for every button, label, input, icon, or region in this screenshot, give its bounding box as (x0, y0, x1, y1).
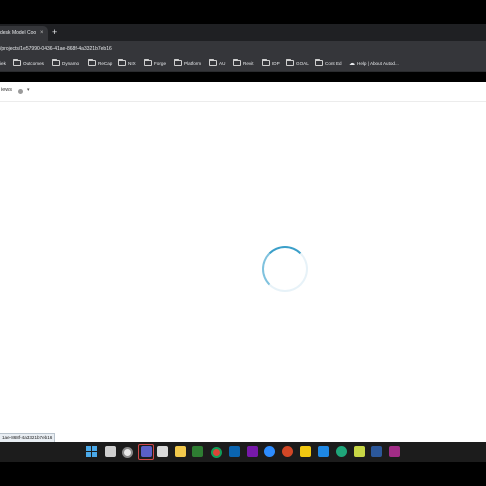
start-icon[interactable] (86, 446, 97, 457)
bookmark-folder-forge[interactable]: Forge (144, 57, 166, 71)
folder-icon (174, 58, 182, 66)
folder-icon (52, 58, 60, 66)
bookmark-folder-goal[interactable]: GOAL (286, 57, 309, 71)
tab-close-icon[interactable]: × (40, 26, 44, 41)
bookmark-folder-dynamo[interactable]: Dynamo (52, 57, 79, 71)
address-bar[interactable]: /projects/1e57990-0436-41ae-868f-4a3321b… (0, 41, 486, 57)
folder-icon (209, 58, 217, 66)
folder-icon (286, 58, 294, 66)
chrome-icon[interactable] (211, 447, 222, 458)
onenote-icon[interactable] (247, 446, 258, 457)
excel-icon[interactable] (192, 446, 203, 457)
notes-icon[interactable] (157, 446, 168, 457)
zoom-icon[interactable] (264, 446, 275, 457)
browser-tab-strip: desk Model Coo × + (0, 24, 486, 41)
folder-icon (315, 58, 323, 66)
bookmark-folder-idp[interactable]: IDP (262, 57, 280, 71)
bookmarks-bar: iek Outcomes Dynamo ReCap NIX Forge Plat… (0, 57, 486, 72)
file-explorer-icon[interactable] (175, 446, 186, 457)
folder-icon (144, 58, 152, 66)
bookmark-folder-cont-ed[interactable]: Cont Ed (315, 57, 342, 71)
bookmark-item[interactable]: iek (0, 57, 6, 71)
teams-icon[interactable] (141, 446, 152, 457)
edge-icon[interactable] (336, 446, 347, 457)
search-icon[interactable] (105, 446, 116, 457)
folder-icon (262, 58, 270, 66)
task-view-icon[interactable] (122, 447, 133, 458)
bookmark-folder-outcomes[interactable]: Outcomes (13, 57, 44, 71)
url-text[interactable]: /projects/1e57990-0436-41ae-868f-4a3321b… (0, 41, 112, 57)
powerpoint-icon[interactable] (282, 446, 293, 457)
tab-title: desk Model Coo (0, 30, 36, 36)
bookmark-folder-nix[interactable]: NIX (118, 57, 136, 71)
screen: desk Model Coo × + /projects/1e57990-043… (0, 0, 486, 486)
info-icon[interactable] (18, 89, 23, 94)
power-bi-icon[interactable] (300, 446, 311, 457)
outlook-icon[interactable] (229, 446, 240, 457)
folder-icon (88, 58, 96, 66)
bookmark-help-about[interactable]: ☁ Help | About Autod... (349, 57, 399, 71)
onenote-icon[interactable] (389, 446, 400, 457)
azure-icon[interactable] (318, 446, 329, 457)
folder-icon (233, 58, 241, 66)
sticky-notes-icon[interactable] (354, 446, 365, 457)
folder-icon (13, 58, 21, 66)
bookmark-folder-au[interactable]: AU (209, 57, 225, 71)
page-content: iews ▾ (0, 82, 486, 442)
loading-spinner-icon (262, 246, 308, 292)
browser-tab[interactable]: desk Model Coo × (0, 26, 48, 41)
new-tab-button[interactable]: + (52, 27, 57, 38)
folder-icon (118, 58, 126, 66)
taskbar (0, 442, 486, 462)
cloud-icon: ☁ (349, 61, 355, 67)
word-icon[interactable] (371, 446, 382, 457)
views-dropdown-label[interactable]: iews (1, 87, 12, 93)
bookmark-folder-recap[interactable]: ReCap (88, 57, 112, 71)
views-header: iews ▾ (0, 82, 486, 102)
chevron-down-icon[interactable]: ▾ (27, 87, 30, 93)
bookmark-folder-platform[interactable]: Platform (174, 57, 201, 71)
bookmark-folder-revit[interactable]: Revit (233, 57, 253, 71)
